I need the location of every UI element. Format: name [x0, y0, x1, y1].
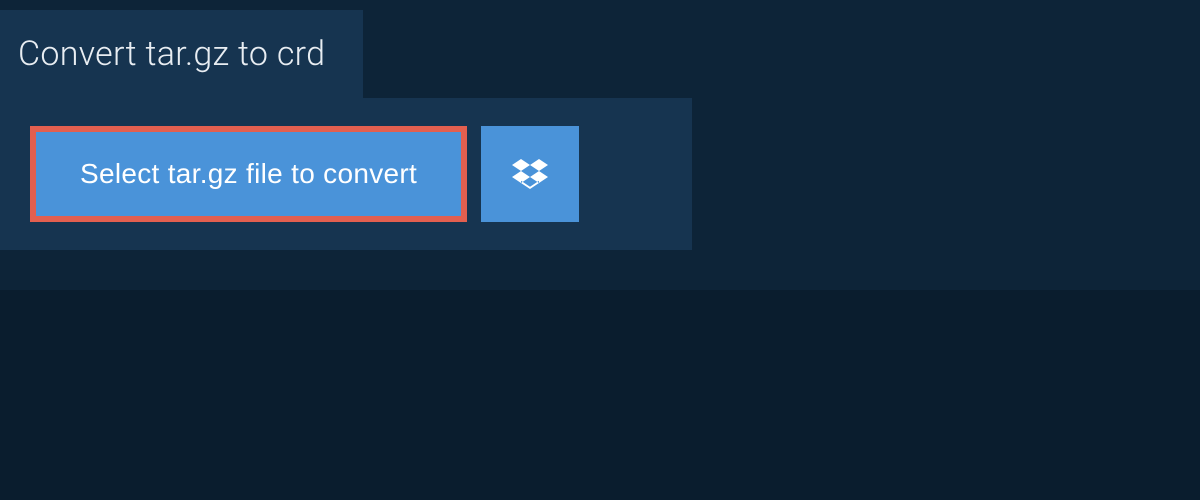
lower-region	[0, 290, 1200, 500]
upload-panel: Select tar.gz file to convert	[0, 98, 692, 250]
page-title: Convert tar.gz to crd	[18, 34, 325, 74]
select-file-label: Select tar.gz file to convert	[80, 158, 417, 190]
dropbox-button[interactable]	[481, 126, 579, 222]
tab-header: Convert tar.gz to crd	[0, 10, 363, 98]
select-file-button[interactable]: Select tar.gz file to convert	[30, 126, 467, 222]
dropbox-icon	[512, 156, 548, 192]
